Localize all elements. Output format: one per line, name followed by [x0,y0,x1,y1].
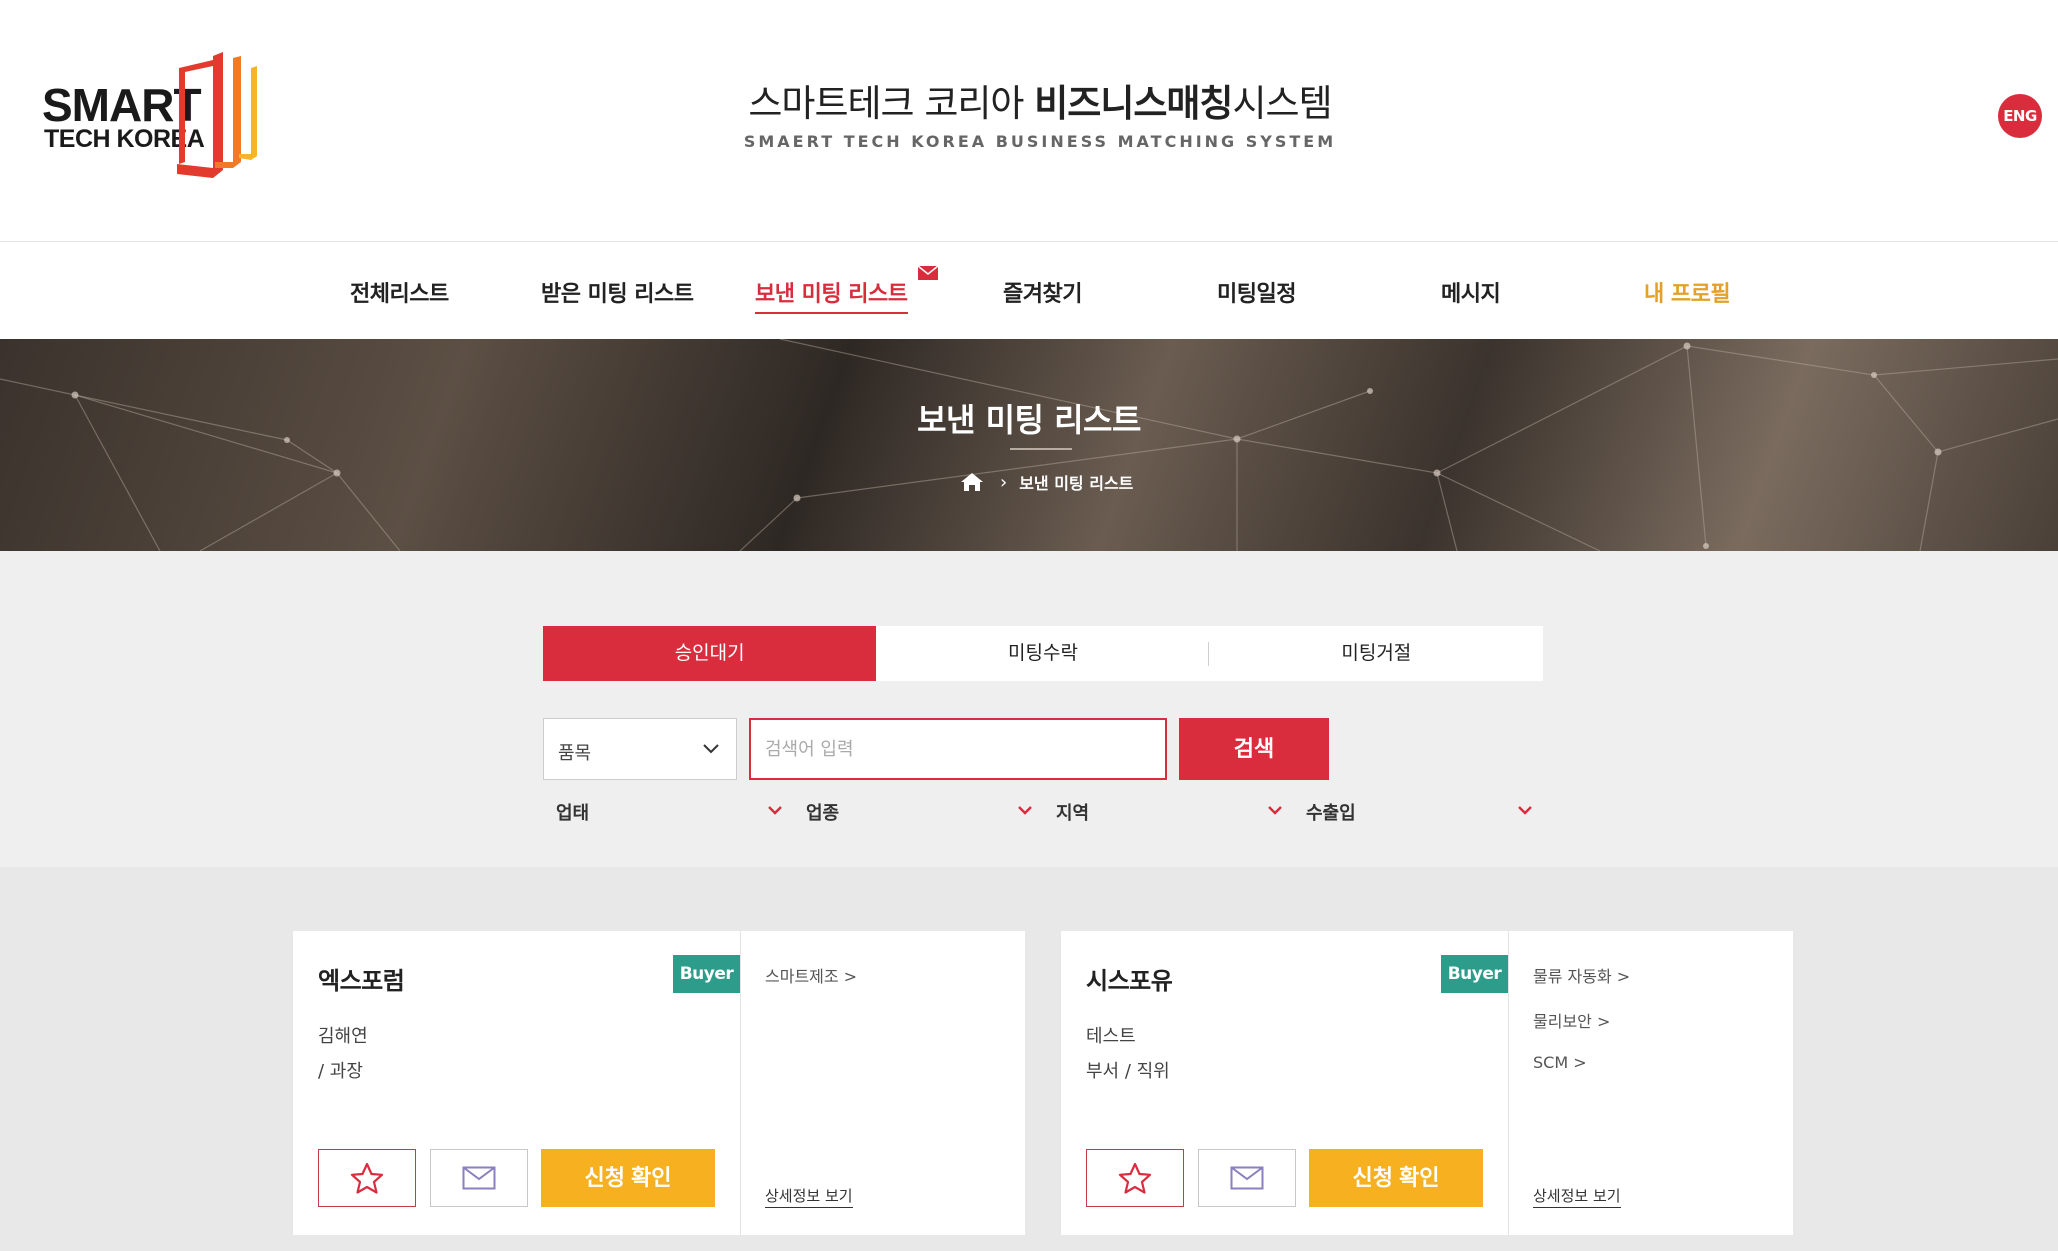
tab-meeting-rejected[interactable]: 미팅거절 [1210,626,1543,681]
filter-import-export-label: 수출입 [1306,803,1356,824]
company-card: 엑스포럼 Buyer 김해연 / 과장 신청 확인 스마트제조 > 상세정보 보… [293,931,1025,1235]
contact-person: 테스트 부서 / 직위 [1086,1019,1170,1089]
chevron-down-icon [1518,806,1532,815]
company-card-info: 엑스포럼 Buyer 김해연 / 과장 신청 확인 [293,931,741,1235]
contact-position: 부서 / 직위 [1086,1061,1170,1082]
filter-business-type-label: 업태 [556,803,590,824]
breadcrumb-current: 보낸 미팅 리스트 [1019,474,1134,493]
tab-meeting-accepted[interactable]: 미팅수락 [876,626,1209,681]
search-category-value: 품목 [558,743,592,764]
company-card-categories: 스마트제조 > 상세정보 보기 [741,931,1025,1235]
tab-separator [1208,642,1209,666]
logo-frame-icon [177,52,257,178]
page-banner: 보낸 미팅 리스트 › 보낸 미팅 리스트 [0,339,2058,551]
company-name: 엑스포럼 [318,967,405,995]
nav-item-all-list[interactable]: 전체리스트 [350,276,449,308]
mail-icon [1230,1166,1264,1190]
star-icon [350,1162,384,1194]
company-card: 시스포유 Buyer 테스트 부서 / 직위 신청 확인 물류 자동화 > 물리… [1061,931,1793,1235]
nav-item-sent-meetings-label: 보낸 미팅 리스트 [755,282,908,307]
buyer-badge: Buyer [1441,955,1508,993]
filter-import-export[interactable]: 수출입 [1293,797,1533,827]
system-title: 스마트테크 코리아 비즈니스매칭시스템 SMAERT TECH KOREA BU… [640,82,1440,151]
confirm-request-button[interactable]: 신청 확인 [541,1149,715,1207]
search-category-select[interactable]: 품목 [543,718,737,780]
category-link[interactable]: 물류 자동화 > [1533,963,1630,987]
contact-name: 김해연 [318,1026,368,1047]
search-area: 승인대기 미팅수락 미팅거절 품목 검색 업태 업종 지역 수출입 [0,551,2058,867]
filter-region[interactable]: 지역 [1043,797,1283,827]
view-details-link[interactable]: 상세정보 보기 [765,1185,853,1208]
system-title-main: 스마트테크 코리아 비즈니스매칭시스템 [748,82,1332,125]
send-message-button[interactable] [430,1149,528,1207]
search-input[interactable] [749,718,1167,780]
filter-region-label: 지역 [1056,803,1090,824]
buyer-badge: Buyer [673,955,740,993]
nav-item-sent-meetings[interactable]: 보낸 미팅 리스트 [755,266,938,314]
system-subtitle: SMAERT TECH KOREA BUSINESS MATCHING SYST… [743,132,1337,151]
nav-item-my-profile[interactable]: 내 프로필 [1644,276,1731,308]
mail-notification-icon [917,266,938,280]
contact-person: 김해연 / 과장 [318,1019,368,1089]
company-card-categories: 물류 자동화 > 물리보안 > SCM > 상세정보 보기 [1509,931,1793,1235]
tab-pending-approval[interactable]: 승인대기 [543,626,877,681]
banner-polygon-background [0,339,2058,551]
filter-industry[interactable]: 업종 [793,797,1033,827]
category-link[interactable]: 물리보안 > [1533,1008,1610,1032]
nav-item-messages[interactable]: 메시지 [1441,276,1501,308]
smart-tech-korea-logo[interactable]: SMART TECH KOREA [40,52,280,182]
contact-position: / 과장 [318,1061,363,1082]
chevron-down-icon [768,806,782,815]
status-tabs: 승인대기 미팅수락 미팅거절 [543,626,1543,681]
chevron-down-icon [1018,806,1032,815]
home-icon[interactable] [960,472,984,492]
breadcrumb-chevron-icon: › [1000,471,1008,493]
category-link[interactable]: 스마트제조 > [765,963,857,987]
nav-item-meeting-schedule[interactable]: 미팅일정 [1217,276,1296,308]
site-header: SMART TECH KOREA 스마트테크 코리아 비즈니스매칭시스템 SMA… [0,0,2058,242]
company-card-list: 엑스포럼 Buyer 김해연 / 과장 신청 확인 스마트제조 > 상세정보 보… [0,867,2058,1251]
nav-item-received-meetings[interactable]: 받은 미팅 리스트 [541,276,694,308]
filter-industry-label: 업종 [806,803,840,824]
chevron-down-icon [1268,806,1282,815]
favorite-button[interactable] [1086,1149,1184,1207]
send-message-button[interactable] [1198,1149,1296,1207]
mail-icon [462,1166,496,1190]
breadcrumb: › 보낸 미팅 리스트 [960,469,1133,495]
star-icon [1118,1162,1152,1194]
main-nav: 전체리스트 받은 미팅 리스트 보낸 미팅 리스트 즐겨찾기 미팅일정 메시지 … [0,242,2058,339]
language-eng-button[interactable]: ENG [1998,94,2042,138]
confirm-request-button[interactable]: 신청 확인 [1309,1149,1483,1207]
category-link[interactable]: SCM > [1533,1053,1587,1072]
favorite-button[interactable] [318,1149,416,1207]
company-card-info: 시스포유 Buyer 테스트 부서 / 직위 신청 확인 [1061,931,1509,1235]
chevron-down-icon [703,744,719,754]
contact-name: 테스트 [1086,1026,1136,1047]
nav-item-favorites[interactable]: 즐겨찾기 [1003,276,1082,308]
banner-title: 보낸 미팅 리스트 [917,401,1141,439]
search-button[interactable]: 검색 [1179,718,1329,780]
banner-divider [1010,448,1072,450]
filter-business-type[interactable]: 업태 [543,797,783,827]
company-name: 시스포유 [1086,967,1173,995]
view-details-link[interactable]: 상세정보 보기 [1533,1185,1621,1208]
